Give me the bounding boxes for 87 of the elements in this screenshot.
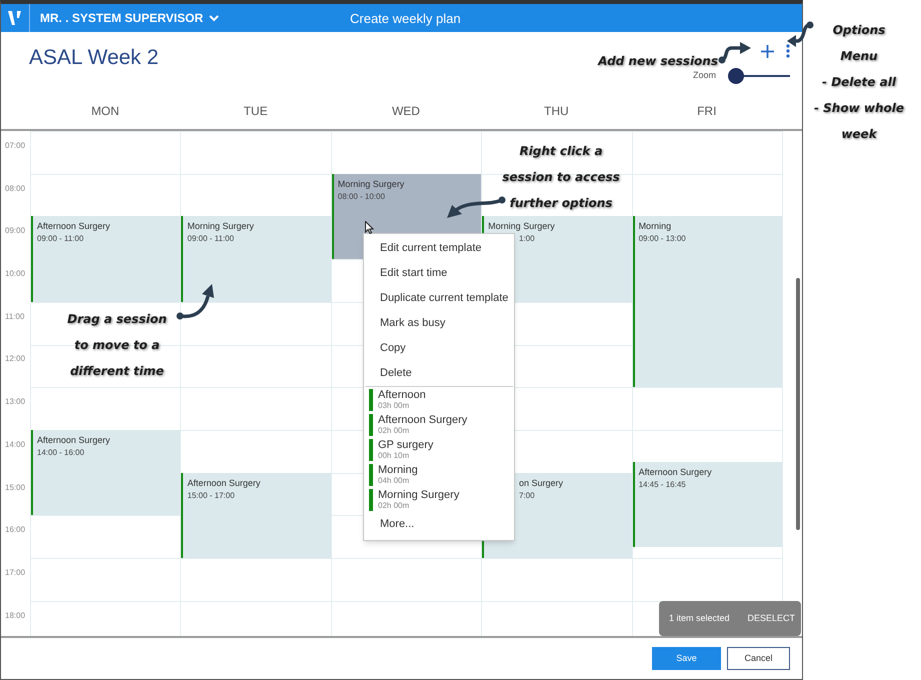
session-title: Afternoon Surgery <box>37 220 110 232</box>
session-time: 15:00 - 17:00 <box>187 490 235 502</box>
hour-label: 18:00 <box>5 610 26 620</box>
session-title: Morning <box>638 220 672 232</box>
cancel-button[interactable]: Cancel <box>727 647 790 670</box>
session-block[interactable]: Afternoon Surgery 14:45 - 16:45 <box>632 462 782 548</box>
menu-item[interactable]: Mark as busy <box>380 315 446 332</box>
session-time: 08:00 - 10:00 <box>338 190 385 203</box>
hour-label: 15:00 <box>5 482 26 492</box>
template-name: Afternoon Surgery <box>378 414 468 426</box>
hour-label: 17:00 <box>5 568 26 577</box>
plan-title: ASAL Week 2 <box>29 45 159 71</box>
day-header: MON <box>91 104 120 118</box>
menu-item[interactable]: Edit start time <box>380 265 448 282</box>
logo-icon[interactable] <box>8 10 22 26</box>
template-duration: 02h 00m <box>378 426 410 436</box>
session-title: Afternoon Surgery <box>187 476 260 489</box>
annotation-arrow <box>787 22 814 47</box>
template-item[interactable]: GP surgery 00h 10m <box>364 437 514 462</box>
hour-label: 12:00 <box>5 354 26 364</box>
session-title: Morning Surgery <box>338 178 404 190</box>
session-time: 14:45 - 16:45 <box>638 478 686 491</box>
session-block[interactable]: Afternoon Surgery 09:00 - 11:00 <box>31 216 180 302</box>
user-menu-button[interactable]: MR. . SYSTEM SUPERVISOR <box>40 9 220 27</box>
template-name: GP surgery <box>378 438 434 450</box>
annotation-note: Drag a session to move to a different time <box>66 311 168 380</box>
zoom-slider[interactable] <box>728 68 790 84</box>
annotation-note: Add new sessions <box>598 53 718 70</box>
menu-item[interactable]: Delete <box>380 365 412 382</box>
hour-label: 13:00 <box>5 397 26 406</box>
template-item[interactable]: Afternoon 03h 00m <box>364 387 514 412</box>
page-title: Create weekly plan <box>350 10 461 28</box>
more-link[interactable]: More... <box>380 516 414 532</box>
hour-label: 09:00 <box>5 226 26 236</box>
more-options-icon[interactable] <box>786 44 790 58</box>
annotation-arrow <box>447 196 506 218</box>
day-header: TUE <box>244 104 268 118</box>
annotation-arrow <box>718 42 751 64</box>
zoom-label: Zoom <box>692 69 716 82</box>
session-block[interactable]: Morning Surgery 09:00 - 11:00 <box>181 216 331 302</box>
session-time: 09:00 - 11:00 <box>37 233 84 246</box>
session-title: Morning Surgery <box>488 220 555 232</box>
session-block[interactable]: Afternoon Surgery 14:00 - 16:00 <box>31 430 180 516</box>
scrollbar-thumb[interactable] <box>796 278 800 530</box>
snackbar-text: 1 item selected <box>669 612 730 625</box>
menu-item[interactable]: Edit current template <box>380 240 482 257</box>
hour-label: 11:00 <box>5 312 24 321</box>
session-title: Afternoon Surgery <box>37 434 110 446</box>
hour-label: 16:00 <box>5 525 26 534</box>
template-duration: 02h 00m <box>378 500 410 510</box>
template-color-bar <box>369 414 373 436</box>
menu-item[interactable]: Copy <box>380 340 406 357</box>
session-title: Afternoon Surgery <box>638 466 712 478</box>
template-color-bar <box>369 438 373 460</box>
chevron-down-icon <box>209 14 220 22</box>
annotation-note: Right click a session to access further options <box>501 143 621 212</box>
session-time: 14:00 - 16:00 <box>37 446 84 459</box>
session-block[interactable]: Afternoon Surgery 15:00 - 17:00 <box>181 472 331 558</box>
template-color-bar <box>369 488 373 510</box>
deselect-button[interactable]: DESELECT <box>747 612 795 626</box>
template-name: Morning Surgery <box>378 488 460 500</box>
template-duration: 04h 00m <box>378 476 410 486</box>
template-item[interactable]: Afternoon Surgery 02h 00m <box>364 412 514 437</box>
session-title: on Surgery <box>518 476 563 489</box>
hour-label: 07:00 <box>5 141 26 150</box>
day-header: WED <box>392 104 420 118</box>
annotation-arrow <box>176 284 214 320</box>
save-button[interactable]: Save <box>652 647 721 670</box>
hour-label: 14:00 <box>5 440 26 449</box>
add-icon[interactable] <box>761 44 774 58</box>
day-header: FRI <box>697 104 716 118</box>
template-color-bar <box>369 464 373 486</box>
session-block[interactable]: Morning 09:00 - 13:00 <box>632 216 782 388</box>
template-name: Morning <box>378 464 418 476</box>
template-name: Afternoon <box>378 388 426 400</box>
session-time: 1:00 <box>518 233 535 246</box>
session-time: 7:00 <box>518 490 535 502</box>
annotation-note: Options Menu - Delete all - Show whole week <box>813 22 905 143</box>
day-header: THU <box>544 104 569 118</box>
session-title: Morning Surgery <box>187 220 254 232</box>
template-duration: 00h 10m <box>378 450 410 460</box>
session-time: 09:00 - 13:00 <box>638 233 686 246</box>
hour-label: 10:00 <box>5 269 26 278</box>
hour-label: 08:00 <box>5 184 26 193</box>
session-time: 09:00 - 11:00 <box>187 233 234 246</box>
template-duration: 03h 00m <box>378 400 410 410</box>
template-color-bar <box>369 388 373 410</box>
